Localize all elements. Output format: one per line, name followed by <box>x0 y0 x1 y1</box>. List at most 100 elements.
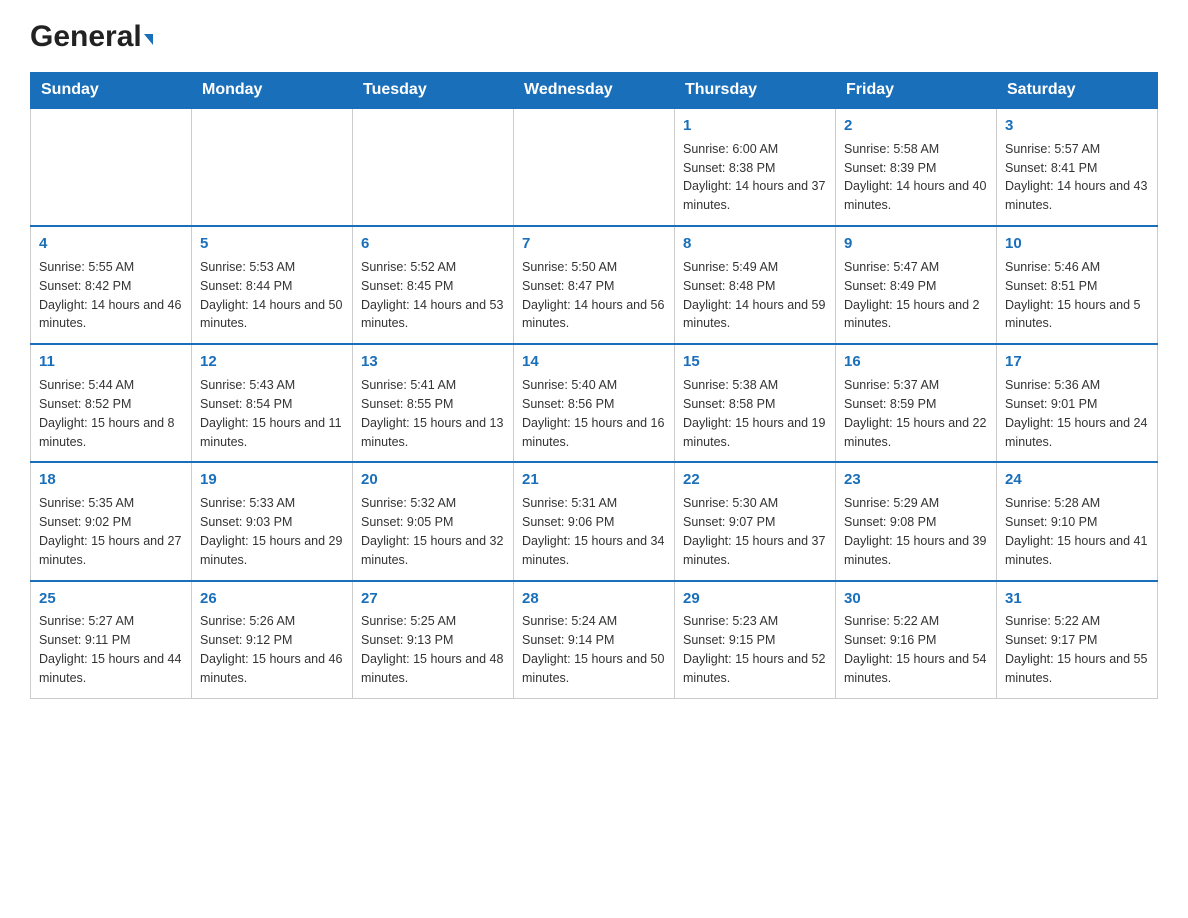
day-info: Sunrise: 5:46 AM Sunset: 8:51 PM Dayligh… <box>1005 260 1141 331</box>
day-number: 30 <box>844 588 988 610</box>
calendar-cell: 5 Sunrise: 5:53 AM Sunset: 8:44 PM Daylig… <box>192 226 353 344</box>
day-info: Sunrise: 5:41 AM Sunset: 8:55 PM Dayligh… <box>361 378 503 449</box>
day-info: Sunrise: 5:55 AM Sunset: 8:42 PM Dayligh… <box>39 260 181 331</box>
calendar-cell: 14 Sunrise: 5:40 AM Sunset: 8:56 PM Dayli… <box>514 344 675 462</box>
day-number: 11 <box>39 351 183 373</box>
day-number: 15 <box>683 351 827 373</box>
day-info: Sunrise: 5:50 AM Sunset: 8:47 PM Dayligh… <box>522 260 664 331</box>
day-info: Sunrise: 5:33 AM Sunset: 9:03 PM Dayligh… <box>200 496 342 567</box>
day-number: 28 <box>522 588 666 610</box>
day-number: 9 <box>844 233 988 255</box>
day-number: 14 <box>522 351 666 373</box>
day-info: Sunrise: 5:43 AM Sunset: 8:54 PM Dayligh… <box>200 378 342 449</box>
calendar-cell: 6Sunrise: 5:52 AM Sunset: 8:45 PM Daylig… <box>353 226 514 344</box>
weekday-header-friday: Friday <box>836 73 997 109</box>
day-info: Sunrise: 5:24 AM Sunset: 9:14 PM Dayligh… <box>522 614 664 685</box>
weekday-header-tuesday: Tuesday <box>353 73 514 109</box>
calendar-cell <box>514 108 675 226</box>
calendar-cell: 8 Sunrise: 5:49 AM Sunset: 8:48 PM Daylig… <box>675 226 836 344</box>
day-info: Sunrise: 5:23 AM Sunset: 9:15 PM Dayligh… <box>683 614 825 685</box>
weekday-header-saturday: Saturday <box>997 73 1158 109</box>
day-number: 5 <box>200 233 344 255</box>
logo: General <box>30 20 153 52</box>
day-info: Sunrise: 5:35 AM Sunset: 9:02 PM Dayligh… <box>39 496 181 567</box>
week-row-1: 1 Sunrise: 6:00 AM Sunset: 8:38 PM Daylig… <box>31 108 1158 226</box>
calendar-cell: 7 Sunrise: 5:50 AM Sunset: 8:47 PM Daylig… <box>514 226 675 344</box>
day-info: Sunrise: 5:37 AM Sunset: 8:59 PM Dayligh… <box>844 378 986 449</box>
calendar-cell: 13 Sunrise: 5:41 AM Sunset: 8:55 PM Dayli… <box>353 344 514 462</box>
day-info: Sunrise: 5:31 AM Sunset: 9:06 PM Dayligh… <box>522 496 664 567</box>
day-info: Sunrise: 5:28 AM Sunset: 9:10 PM Dayligh… <box>1005 496 1147 567</box>
calendar-cell: 3 Sunrise: 5:57 AM Sunset: 8:41 PM Daylig… <box>997 108 1158 226</box>
day-number: 23 <box>844 469 988 491</box>
day-info: Sunrise: 5:25 AM Sunset: 9:13 PM Dayligh… <box>361 614 503 685</box>
calendar-cell: 20Sunrise: 5:32 AM Sunset: 9:05 PM Dayli… <box>353 462 514 580</box>
day-number: 22 <box>683 469 827 491</box>
calendar-cell: 24 Sunrise: 5:28 AM Sunset: 9:10 PM Dayli… <box>997 462 1158 580</box>
day-number: 2 <box>844 115 988 137</box>
day-info: Sunrise: 5:36 AM Sunset: 9:01 PM Dayligh… <box>1005 378 1147 449</box>
calendar-cell: 27 Sunrise: 5:25 AM Sunset: 9:13 PM Dayli… <box>353 581 514 699</box>
calendar-cell <box>353 108 514 226</box>
day-number: 19 <box>200 469 344 491</box>
calendar-cell: 25Sunrise: 5:27 AM Sunset: 9:11 PM Dayli… <box>31 581 192 699</box>
day-info: Sunrise: 5:40 AM Sunset: 8:56 PM Dayligh… <box>522 378 664 449</box>
calendar-cell: 16 Sunrise: 5:37 AM Sunset: 8:59 PM Dayli… <box>836 344 997 462</box>
calendar-cell <box>192 108 353 226</box>
calendar-cell: 29 Sunrise: 5:23 AM Sunset: 9:15 PM Dayli… <box>675 581 836 699</box>
calendar-cell: 1 Sunrise: 6:00 AM Sunset: 8:38 PM Daylig… <box>675 108 836 226</box>
day-number: 29 <box>683 588 827 610</box>
calendar-cell <box>31 108 192 226</box>
page-header: General <box>30 20 1158 52</box>
day-number: 17 <box>1005 351 1149 373</box>
logo-general-text: General <box>30 20 142 54</box>
weekday-header-wednesday: Wednesday <box>514 73 675 109</box>
calendar-cell: 17 Sunrise: 5:36 AM Sunset: 9:01 PM Dayli… <box>997 344 1158 462</box>
weekday-header-sunday: Sunday <box>31 73 192 109</box>
day-number: 31 <box>1005 588 1149 610</box>
day-info: Sunrise: 5:53 AM Sunset: 8:44 PM Dayligh… <box>200 260 342 331</box>
calendar-cell: 30Sunrise: 5:22 AM Sunset: 9:16 PM Dayli… <box>836 581 997 699</box>
day-info: Sunrise: 6:00 AM Sunset: 8:38 PM Dayligh… <box>683 142 825 213</box>
week-row-5: 25Sunrise: 5:27 AM Sunset: 9:11 PM Dayli… <box>31 581 1158 699</box>
week-row-3: 11 Sunrise: 5:44 AM Sunset: 8:52 PM Dayli… <box>31 344 1158 462</box>
day-number: 21 <box>522 469 666 491</box>
day-info: Sunrise: 5:49 AM Sunset: 8:48 PM Dayligh… <box>683 260 825 331</box>
calendar-cell: 4 Sunrise: 5:55 AM Sunset: 8:42 PM Daylig… <box>31 226 192 344</box>
calendar-cell: 18 Sunrise: 5:35 AM Sunset: 9:02 PM Dayli… <box>31 462 192 580</box>
calendar-cell: 2 Sunrise: 5:58 AM Sunset: 8:39 PM Daylig… <box>836 108 997 226</box>
day-info: Sunrise: 5:38 AM Sunset: 8:58 PM Dayligh… <box>683 378 825 449</box>
day-info: Sunrise: 5:22 AM Sunset: 9:17 PM Dayligh… <box>1005 614 1147 685</box>
day-number: 1 <box>683 115 827 137</box>
day-number: 13 <box>361 351 505 373</box>
day-number: 6 <box>361 233 505 255</box>
calendar-cell: 15 Sunrise: 5:38 AM Sunset: 8:58 PM Dayli… <box>675 344 836 462</box>
day-info: Sunrise: 5:44 AM Sunset: 8:52 PM Dayligh… <box>39 378 175 449</box>
day-info: Sunrise: 5:27 AM Sunset: 9:11 PM Dayligh… <box>39 614 181 685</box>
calendar-cell: 12Sunrise: 5:43 AM Sunset: 8:54 PM Dayli… <box>192 344 353 462</box>
calendar-cell: 31 Sunrise: 5:22 AM Sunset: 9:17 PM Dayli… <box>997 581 1158 699</box>
day-number: 8 <box>683 233 827 255</box>
calendar-cell: 28 Sunrise: 5:24 AM Sunset: 9:14 PM Dayli… <box>514 581 675 699</box>
day-number: 3 <box>1005 115 1149 137</box>
day-info: Sunrise: 5:29 AM Sunset: 9:08 PM Dayligh… <box>844 496 986 567</box>
calendar-cell: 11 Sunrise: 5:44 AM Sunset: 8:52 PM Dayli… <box>31 344 192 462</box>
day-number: 16 <box>844 351 988 373</box>
weekday-header-monday: Monday <box>192 73 353 109</box>
day-number: 4 <box>39 233 183 255</box>
calendar-cell: 23 Sunrise: 5:29 AM Sunset: 9:08 PM Dayli… <box>836 462 997 580</box>
day-info: Sunrise: 5:57 AM Sunset: 8:41 PM Dayligh… <box>1005 142 1147 213</box>
day-number: 18 <box>39 469 183 491</box>
day-number: 24 <box>1005 469 1149 491</box>
calendar-cell: 22Sunrise: 5:30 AM Sunset: 9:07 PM Dayli… <box>675 462 836 580</box>
day-info: Sunrise: 5:47 AM Sunset: 8:49 PM Dayligh… <box>844 260 980 331</box>
calendar-table: SundayMondayTuesdayWednesdayThursdayFrid… <box>30 72 1158 699</box>
day-number: 26 <box>200 588 344 610</box>
calendar-cell: 19 Sunrise: 5:33 AM Sunset: 9:03 PM Dayli… <box>192 462 353 580</box>
calendar-cell: 10Sunrise: 5:46 AM Sunset: 8:51 PM Dayli… <box>997 226 1158 344</box>
calendar-cell: 9 Sunrise: 5:47 AM Sunset: 8:49 PM Daylig… <box>836 226 997 344</box>
calendar-cell: 21 Sunrise: 5:31 AM Sunset: 9:06 PM Dayli… <box>514 462 675 580</box>
day-info: Sunrise: 5:58 AM Sunset: 8:39 PM Dayligh… <box>844 142 986 213</box>
day-number: 27 <box>361 588 505 610</box>
day-number: 7 <box>522 233 666 255</box>
